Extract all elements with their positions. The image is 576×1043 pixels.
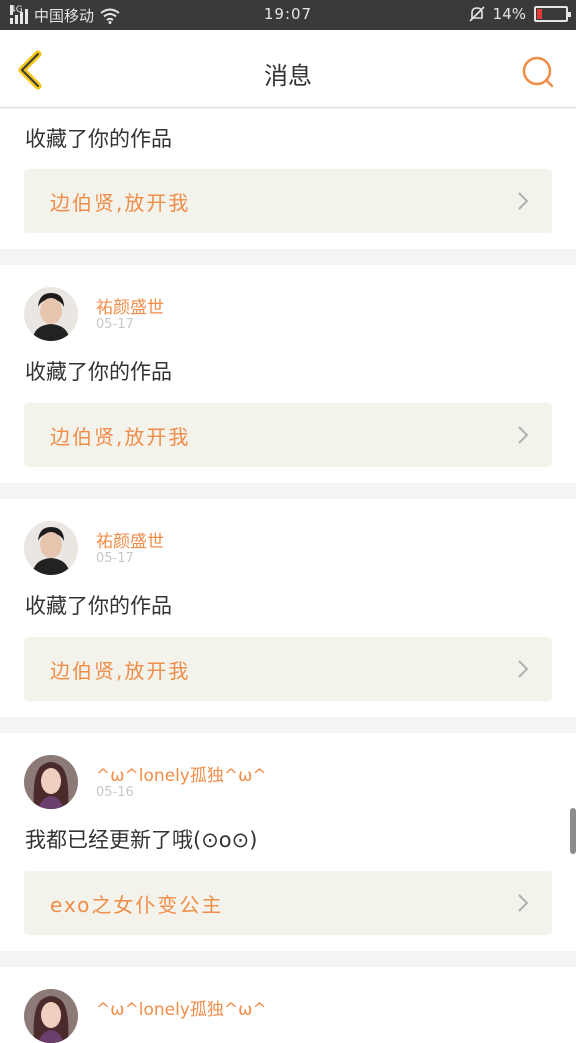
avatar[interactable] bbox=[24, 521, 78, 575]
chevron-right-icon bbox=[518, 426, 529, 444]
work-link[interactable]: exo之女仆变公主 bbox=[24, 871, 552, 935]
status-bar: 4G 中国移动 19:07 14% bbox=[0, 0, 576, 30]
battery-icon bbox=[534, 6, 571, 22]
message-date: 05-17 bbox=[96, 551, 134, 566]
scrollbar[interactable] bbox=[570, 808, 576, 854]
work-link[interactable]: 边伯贤,放开我 bbox=[24, 637, 552, 701]
page-title: 消息 bbox=[264, 62, 312, 90]
work-title: 边伯贤,放开我 bbox=[50, 425, 191, 449]
chevron-right-icon bbox=[518, 894, 529, 912]
message-card: 祐颜盛世 05-17 收藏了你的作品 边伯贤,放开我 bbox=[0, 499, 576, 717]
work-link[interactable]: 边伯贤,放开我 bbox=[24, 403, 552, 467]
message-date: 05-16 bbox=[96, 785, 134, 800]
message-card: 祐颜盛世 05-17 收藏了你的作品 边伯贤,放开我 bbox=[0, 265, 576, 483]
chevron-right-icon bbox=[518, 660, 529, 678]
message-date: 05-17 bbox=[96, 317, 134, 332]
message-text: 收藏了你的作品 bbox=[25, 360, 172, 384]
username[interactable]: 祐颜盛世 bbox=[96, 293, 164, 318]
message-text: 我都已经更新了哦(⊙o⊙) bbox=[25, 828, 258, 852]
top-navbar: 消息 bbox=[0, 30, 576, 108]
mute-bell-icon bbox=[469, 6, 485, 22]
work-title: 边伯贤,放开我 bbox=[50, 191, 191, 215]
username[interactable]: 祐颜盛世 bbox=[96, 527, 164, 552]
message-card: ^ω^lonely孤独^ω^ 05-16 我都已经更新了哦(⊙o⊙) exo之女… bbox=[0, 733, 576, 951]
status-right: 14% bbox=[469, 5, 571, 23]
avatar[interactable] bbox=[24, 287, 78, 341]
message-text: 收藏了你的作品 bbox=[25, 594, 172, 618]
message-card: ^ω^lonely孤独^ω^ bbox=[0, 967, 576, 1043]
message-text: 收藏了你的作品 bbox=[25, 127, 172, 151]
work-link[interactable]: 边伯贤,放开我 bbox=[24, 169, 552, 233]
message-card: 收藏了你的作品 边伯贤,放开我 bbox=[0, 109, 576, 249]
battery-percent: 14% bbox=[492, 5, 526, 23]
avatar[interactable] bbox=[24, 989, 78, 1043]
avatar[interactable] bbox=[24, 755, 78, 809]
chevron-right-icon bbox=[518, 192, 529, 210]
username[interactable]: ^ω^lonely孤独^ω^ bbox=[96, 995, 267, 1020]
username[interactable]: ^ω^lonely孤独^ω^ bbox=[96, 761, 267, 786]
work-title: exo之女仆变公主 bbox=[50, 893, 224, 917]
message-feed[interactable]: 收藏了你的作品 边伯贤,放开我 祐颜盛世 05-17 收藏了你的作品 边伯贤,放… bbox=[0, 109, 576, 1043]
work-title: 边伯贤,放开我 bbox=[50, 659, 191, 683]
search-icon[interactable] bbox=[520, 54, 556, 90]
